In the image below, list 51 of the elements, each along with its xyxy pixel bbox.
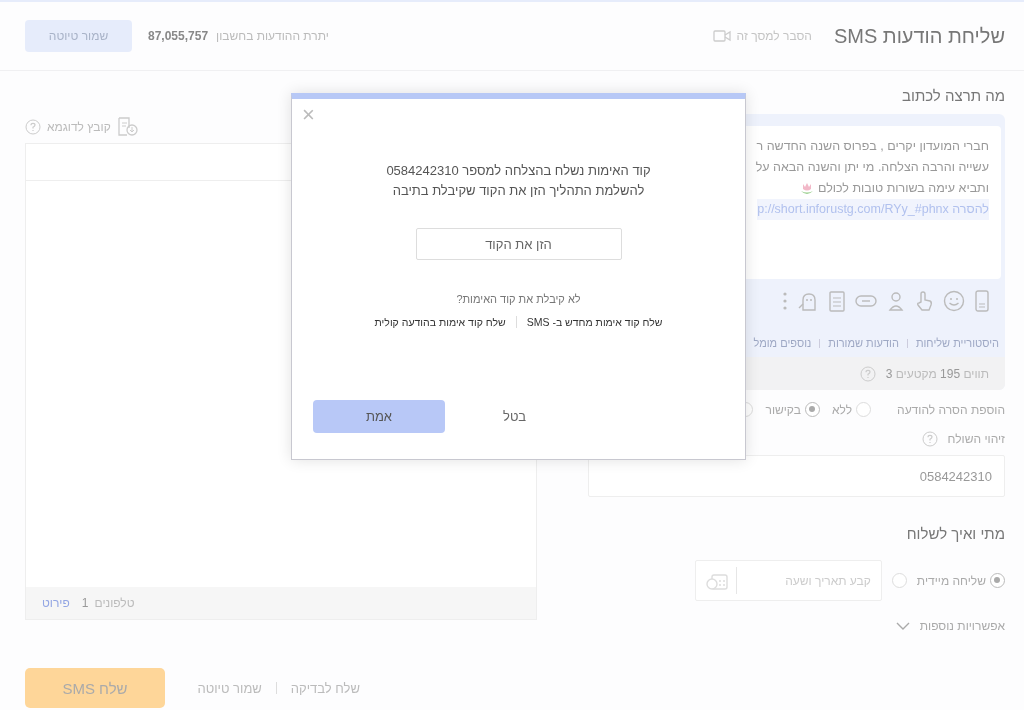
video-camera-icon <box>712 30 731 42</box>
balance-value: 87,055,757 <box>148 29 209 43</box>
code-field[interactable]: הזן את הקוד <box>415 228 622 260</box>
page-title: שליחת הודעות SMS <box>833 24 1005 48</box>
calendar-icon[interactable] <box>705 571 728 590</box>
chevron-down-icon <box>895 622 910 630</box>
send-sms-button[interactable]: שלח SMS <box>25 668 165 708</box>
phones-label: טלפונים <box>94 596 135 610</box>
message-source-tab[interactable]: נוספים מומל <box>753 337 812 349</box>
smiley-icon[interactable] <box>943 290 965 312</box>
message-line: עשייה והרבה הצלחה. מי יתן והשנה הבאה על <box>755 159 989 176</box>
message-line: ותביא עימה בשורות טובות לכולם <box>799 178 989 199</box>
help-video-link[interactable]: הסבר למסך זה <box>712 29 812 43</box>
sender-label: זיהוי השולח <box>947 432 1005 446</box>
file-download-icon[interactable] <box>116 117 139 137</box>
section-title: מה תרצה לכתוב <box>901 87 1005 104</box>
resend-sms-link[interactable]: שלח קוד אימות מחדש ב- SMS <box>526 316 663 328</box>
more-options-toggle[interactable]: אפשרויות נוספות <box>588 619 1005 633</box>
voice-call-link[interactable]: שלח קוד אימות בהודעה קולית <box>374 316 506 328</box>
sample-file-link[interactable]: קובץ לדוגמא <box>47 120 111 134</box>
help-icon[interactable] <box>25 119 41 135</box>
message-line: חברי המועדון יקרים , בפרוס השנה החדשה ר <box>756 138 989 155</box>
radio-option[interactable]: שליחה מיידית <box>916 573 1005 588</box>
radio-button[interactable] <box>891 573 907 588</box>
person-icon[interactable] <box>887 290 905 312</box>
radio-option[interactable]: בקישור <box>765 402 820 417</box>
unsubscribe-label: הוספת הסרה להודעה <box>897 402 1005 417</box>
unsubscribe-link[interactable]: להסרה p://short.inforustg.com/RYy_#phnx <box>757 199 989 220</box>
balance-label: יתרת ההודעות בחשבון <box>216 29 329 43</box>
details-link[interactable]: פירוט <box>42 596 70 610</box>
not-received-text: לא קיבלת את קוד האימות? <box>456 293 581 305</box>
phone-icon[interactable] <box>975 290 989 312</box>
send-test-link[interactable]: שלח לבדיקה <box>290 680 360 696</box>
robot-icon[interactable] <box>797 290 819 312</box>
cancel-button[interactable]: בטל <box>497 408 533 425</box>
help-icon[interactable] <box>859 365 876 382</box>
phones-count: 1 <box>81 596 89 610</box>
clipboard-icon[interactable] <box>829 290 845 312</box>
more-options-icon[interactable] <box>783 292 787 310</box>
help-icon[interactable] <box>921 431 938 447</box>
message-source-tab[interactable]: הודעות שמורות <box>828 337 899 349</box>
save-draft-link[interactable]: שמור טיוטה <box>197 680 262 696</box>
message-source-tab[interactable]: היסטוריית שליחות <box>915 337 999 349</box>
link-icon[interactable] <box>855 294 877 308</box>
sender-id-field[interactable]: 0584242310 <box>588 455 1005 497</box>
confirm-button[interactable]: אמת <box>313 400 445 433</box>
hand-pointer-icon[interactable] <box>915 290 933 312</box>
section-title: מתי ואיך לשלוח <box>905 525 1005 542</box>
close-button[interactable]: × <box>300 105 317 125</box>
radio-option[interactable]: ללא <box>831 402 872 417</box>
save-draft-button[interactable]: שמור טיוטה <box>25 20 132 52</box>
